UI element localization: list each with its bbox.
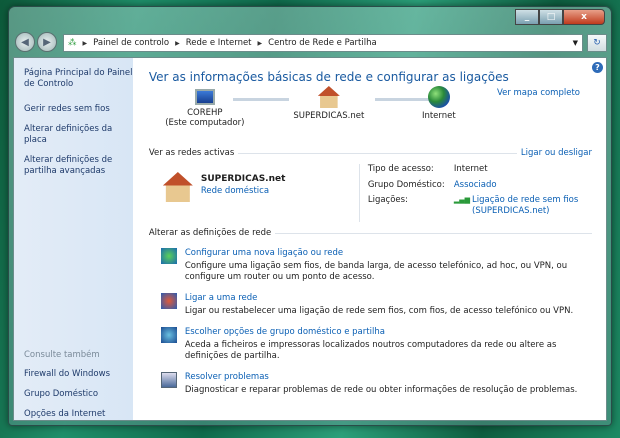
computer-name: COREHP: [187, 108, 223, 118]
address-bar[interactable]: ⁂ ▶ Painel de controlo ▶ Rede e Internet…: [63, 34, 583, 52]
see-also-homegroup[interactable]: Grupo Doméstico: [24, 389, 110, 400]
divider: [238, 152, 517, 154]
refresh-button[interactable]: ↻: [587, 34, 607, 52]
homegroup-link[interactable]: Associado: [454, 180, 592, 196]
window-controls: _ □ x: [515, 9, 605, 25]
task-description: Ligar ou restabelecer uma ligação de red…: [184, 306, 574, 316]
access-type-label: Tipo de acesso:: [367, 164, 434, 174]
see-also-title: Consulte também: [24, 350, 100, 360]
task-new-connection[interactable]: Configurar uma nova ligação ou rede: [185, 248, 592, 258]
sidebar-link-wireless[interactable]: Gerir redes sem fios: [24, 104, 133, 115]
connection-line: [232, 98, 289, 101]
minimize-button[interactable]: _: [515, 9, 539, 25]
task-connect[interactable]: Ligar a uma rede: [185, 293, 573, 303]
connect-disconnect-link[interactable]: Ligar ou desligar: [521, 148, 592, 158]
connect-network-icon: [160, 293, 177, 309]
task-description: Configure uma ligação sem fios, de banda…: [184, 261, 568, 282]
breadcrumb-item[interactable]: Painel de controlo: [93, 38, 169, 48]
main-content: ? Ver as informações básicas de rede e c…: [133, 58, 606, 420]
connections-label: Ligações:: [367, 195, 408, 206]
house-icon: [317, 86, 340, 108]
chevron-right-icon: ▶: [175, 39, 180, 47]
chevron-right-icon: ▶: [257, 39, 263, 47]
computer-icon: [194, 89, 215, 105]
see-also: Consulte também Firewall do Windows Grup…: [24, 350, 110, 429]
troubleshoot-icon: [160, 372, 177, 388]
breadcrumb-item[interactable]: Rede e Internet: [186, 38, 252, 48]
network-node: SUPERDICAS.net: [289, 86, 369, 121]
globe-icon: [427, 86, 450, 108]
task-description: Aceda a ficheiros e impressoras localiza…: [184, 340, 557, 361]
homegroup-label: Grupo Doméstico:: [367, 179, 445, 190]
internet-node: Internet: [399, 86, 479, 121]
maximize-button[interactable]: □: [539, 9, 563, 25]
task-item: Configurar uma nova ligação ou rede Confi…: [160, 248, 592, 283]
chevron-right-icon: ▶: [82, 39, 88, 47]
internet-label: Internet: [421, 111, 456, 121]
sidebar: Página Principal do Painel de Controlo G…: [14, 58, 133, 420]
network-type-link[interactable]: Rede doméstica: [201, 186, 286, 196]
sidebar-link-sharing[interactable]: Alterar definições de partilha avançadas: [24, 155, 133, 177]
connection-link[interactable]: Ligação de rede sem fios (SUPERDICAS.net…: [472, 195, 592, 222]
network-name: SUPERDICAS.net: [293, 111, 365, 121]
task-item: Ligar a uma rede Ligar ou restabelecer um…: [160, 293, 592, 317]
computer-node: COREHP (Este computador): [165, 86, 245, 128]
task-item: Escolher opções de grupo doméstico e par…: [160, 327, 592, 362]
section-title: Alterar as definições de rede: [148, 228, 272, 238]
network-map: COREHP (Este computador) SUPERDICAS.net …: [149, 86, 592, 142]
task-homegroup[interactable]: Escolher opções de grupo doméstico e par…: [185, 327, 592, 337]
back-button[interactable]: ◀: [15, 32, 35, 52]
section-title: Ver as redes activas: [148, 148, 235, 158]
wifi-signal-icon: ▂▄▆: [453, 196, 470, 205]
task-troubleshoot[interactable]: Resolver problemas: [185, 372, 578, 382]
active-network: SUPERDICAS.net Rede doméstica Tipo de ac…: [149, 164, 592, 222]
task-list: Configurar uma nova ligação ou rede Confi…: [149, 248, 592, 396]
divider: [275, 232, 592, 234]
see-also-internet-options[interactable]: Opções da Internet: [24, 409, 110, 420]
network-icon: ⁂: [68, 38, 77, 48]
sidebar-link-home[interactable]: Página Principal do Painel de Controlo: [24, 68, 133, 90]
close-button[interactable]: x: [563, 9, 605, 25]
forward-button[interactable]: ▶: [37, 32, 57, 52]
help-icon[interactable]: ?: [592, 62, 603, 73]
breadcrumb-item[interactable]: Centro de Rede e Partilha: [268, 38, 377, 48]
access-type-value: Internet: [453, 164, 488, 174]
client-area: Página Principal do Painel de Controlo G…: [13, 57, 607, 421]
nav-buttons: ◀ ▶: [15, 32, 57, 52]
page-title: Ver as informações básicas de rede e con…: [148, 70, 509, 84]
active-networks-header: Ver as redes activas Ligar ou desligar: [149, 148, 592, 158]
homegroup-icon: [160, 327, 177, 343]
dropdown-icon[interactable]: ▼: [573, 39, 578, 47]
full-map-link[interactable]: Ver mapa completo: [497, 88, 580, 98]
sidebar-link-adapter[interactable]: Alterar definições da placa: [24, 124, 133, 146]
task-description: Diagnosticar e reparar problemas de rede…: [184, 385, 578, 395]
change-settings-header: Alterar as definições de rede: [149, 228, 592, 238]
computer-subtitle: (Este computador): [165, 118, 245, 128]
task-item: Resolver problemas Diagnosticar e reparar…: [160, 372, 592, 396]
house-icon: [162, 172, 193, 202]
see-also-firewall[interactable]: Firewall do Windows: [24, 369, 110, 380]
new-connection-icon: [160, 248, 177, 264]
window: _ □ x ◀ ▶ ⁂ ▶ Painel de controlo ▶ Rede …: [8, 6, 612, 426]
active-network-name: SUPERDICAS.net: [200, 174, 286, 184]
